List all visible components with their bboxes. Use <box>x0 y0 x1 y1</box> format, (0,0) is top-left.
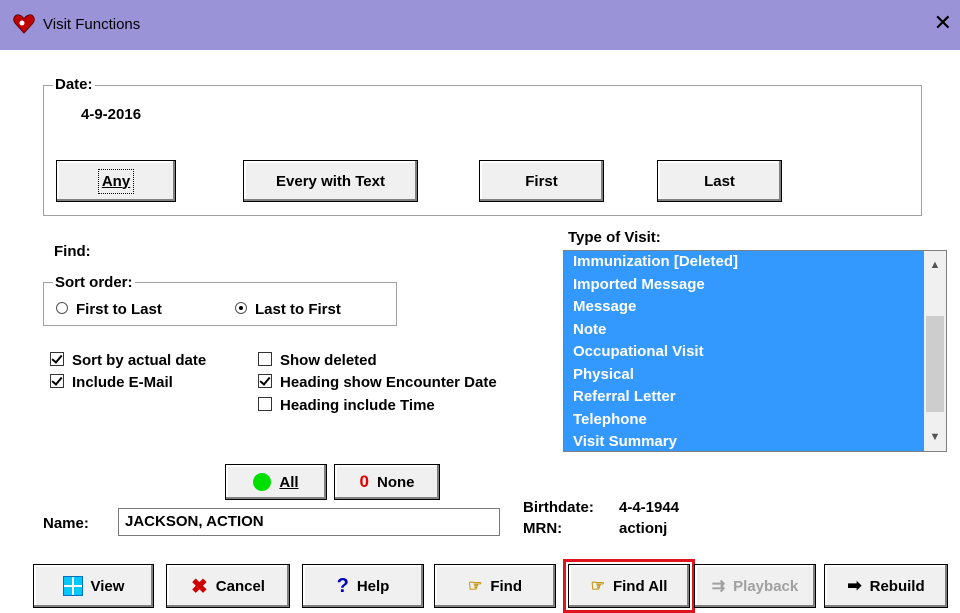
checkbox-checked-icon <box>258 374 272 388</box>
all-button-label: All <box>279 473 299 491</box>
scroll-up-icon[interactable]: ▲ <box>924 259 946 271</box>
sort-by-actual-date-label: Sort by actual date <box>72 352 207 369</box>
help-button-label: Help <box>356 577 390 595</box>
every-with-text-label: Every with Text <box>276 172 385 190</box>
find-all-button-label: Find All <box>612 577 668 595</box>
first-button-label: First <box>525 172 558 190</box>
help-button[interactable]: ? Help <box>302 564 424 608</box>
radio-first-to-last[interactable]: First to Last <box>56 301 162 318</box>
heading-show-encounter-date-checkbox[interactable]: Heading show Encounter Date <box>258 374 497 391</box>
title-bar: Visit Functions ✕ <box>0 0 960 50</box>
list-item[interactable]: Visit Summary <box>564 431 922 451</box>
green-circle-icon <box>253 473 272 491</box>
type-of-visit-listbox[interactable]: Immunization [Deleted] Imported Message … <box>563 250 947 452</box>
birthdate-value: 4-4-1944 <box>619 499 680 516</box>
radio-on-icon <box>235 302 247 314</box>
mrn-value: actionj <box>619 520 668 537</box>
playback-button[interactable]: ⇉ Playback <box>694 564 816 608</box>
sort-by-actual-date-checkbox[interactable]: Sort by actual date <box>50 352 206 369</box>
none-button-label: None <box>376 473 415 491</box>
sort-order-label: Sort order: <box>53 274 135 291</box>
radio-off-icon <box>56 302 68 314</box>
rebuild-button[interactable]: ➡ Rebuild <box>824 564 948 608</box>
find-label: Find: <box>54 243 91 260</box>
list-item[interactable]: Note <box>564 319 922 342</box>
all-button[interactable]: All <box>225 464 327 500</box>
list-item[interactable]: Immunization [Deleted] <box>564 251 922 274</box>
checkbox-checked-icon <box>50 352 64 366</box>
birthdate-label: Birthdate: <box>523 499 594 516</box>
view-button[interactable]: View <box>33 564 154 608</box>
window-title: Visit Functions <box>43 16 141 33</box>
checkbox-checked-icon <box>50 374 64 388</box>
list-item[interactable]: Telephone <box>564 409 922 432</box>
list-item[interactable]: Physical <box>564 364 922 387</box>
checkbox-unchecked-icon <box>258 397 272 411</box>
any-button[interactable]: Any <box>56 160 176 202</box>
name-field[interactable]: JACKSON, ACTION <box>118 508 500 536</box>
scroll-down-icon[interactable]: ▼ <box>924 431 946 443</box>
heading-include-time-label: Heading include Time <box>280 397 435 414</box>
show-deleted-checkbox[interactable]: Show deleted <box>258 352 377 369</box>
any-button-label: Any <box>101 172 131 190</box>
list-item[interactable]: Occupational Visit <box>564 341 922 364</box>
date-value: 4-9-2016 <box>81 106 142 123</box>
every-with-text-button[interactable]: Every with Text <box>243 160 418 202</box>
name-label: Name: <box>43 515 89 532</box>
find-button-label: Find <box>490 577 522 595</box>
heart-stethoscope-icon <box>13 14 35 34</box>
find-button[interactable]: ☞ Find <box>434 564 556 608</box>
include-email-label: Include E-Mail <box>72 374 173 391</box>
checkbox-unchecked-icon <box>258 352 272 366</box>
last-button-label: Last <box>704 172 735 190</box>
first-button[interactable]: First <box>479 160 604 202</box>
close-icon[interactable]: ✕ <box>934 10 952 36</box>
radio-last-to-first[interactable]: Last to First <box>235 301 341 318</box>
heading-include-time-checkbox[interactable]: Heading include Time <box>258 397 435 414</box>
mrn-label: MRN: <box>523 520 563 537</box>
radio-first-to-last-label: First to Last <box>76 301 162 318</box>
heading-show-encounter-date-label: Heading show Encounter Date <box>280 374 497 391</box>
none-button[interactable]: 0 None <box>334 464 440 500</box>
view-button-label: View <box>90 577 125 595</box>
last-button[interactable]: Last <box>657 160 782 202</box>
cancel-button-label: Cancel <box>215 577 265 595</box>
find-all-button[interactable]: ☞ Find All <box>563 559 695 613</box>
find-all-hand-icon: ☞ <box>590 578 605 595</box>
scrollbar-thumb[interactable] <box>926 316 944 412</box>
cancel-button[interactable]: ✖ Cancel <box>166 564 290 608</box>
question-mark-icon: ? <box>336 574 349 597</box>
zero-icon: 0 <box>359 472 369 491</box>
date-group-label: Date: <box>53 76 95 93</box>
playback-icon: ⇉ <box>711 578 726 595</box>
show-deleted-label: Show deleted <box>280 352 377 369</box>
include-email-checkbox[interactable]: Include E-Mail <box>50 374 173 391</box>
find-hand-icon: ☞ <box>468 578 483 595</box>
dialog-body: Date: 4-9-2016 Any Every with Text First… <box>0 50 960 613</box>
listbox-scrollbar[interactable]: ▲ ▼ <box>924 251 946 451</box>
list-item[interactable]: Message <box>564 296 922 319</box>
list-item[interactable]: Imported Message <box>564 274 922 297</box>
list-item[interactable]: Referral Letter <box>564 386 922 409</box>
type-of-visit-label: Type of Visit: <box>568 229 661 246</box>
rebuild-button-label: Rebuild <box>869 577 925 595</box>
cancel-x-icon: ✖ <box>191 575 208 598</box>
radio-last-to-first-label: Last to First <box>255 301 341 318</box>
playback-button-label: Playback <box>733 577 799 595</box>
type-of-visit-items: Immunization [Deleted] Imported Message … <box>564 251 922 451</box>
rebuild-arrow-icon: ➡ <box>847 576 862 595</box>
grid-view-icon <box>62 576 83 596</box>
